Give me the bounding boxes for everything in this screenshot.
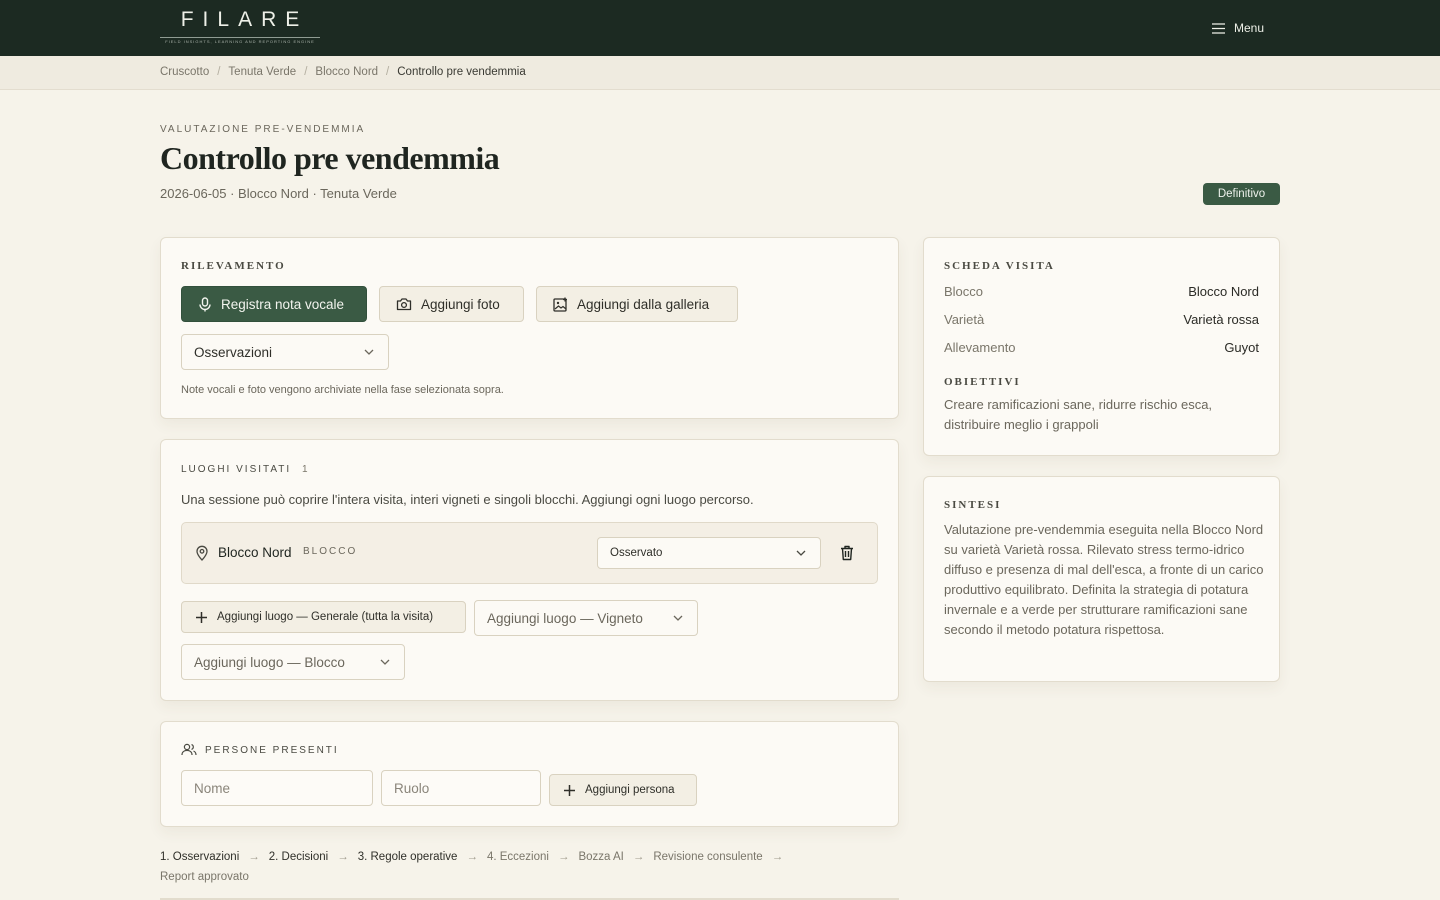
phase-select-value: Osservazioni xyxy=(194,344,273,360)
objectives-heading: OBIETTIVI xyxy=(944,376,1021,388)
breadcrumb-separator: / xyxy=(386,66,390,78)
person-role-input[interactable] xyxy=(381,770,541,806)
breadcrumb-separator: / xyxy=(217,66,221,78)
page-title: Controllo pre vendemmia xyxy=(160,140,500,176)
add-place-vineyard-select[interactable]: Aggiungi luogo — Vigneto xyxy=(474,600,698,636)
rilevamento-heading: RILEVAMENTO xyxy=(181,260,286,272)
brand-tagline: FIELD INSIGHTS, LEARNING AND REPORTING E… xyxy=(165,39,315,44)
arrow-right-icon: → xyxy=(632,851,645,863)
scheda-value: Varietà rossa xyxy=(1183,312,1259,327)
arrow-right-icon: → xyxy=(771,851,784,863)
plus-icon xyxy=(196,611,207,623)
chevron-down-icon xyxy=(673,615,683,621)
scheda-key: Blocco xyxy=(944,284,984,299)
breadcrumb-item-blocco[interactable]: Blocco Nord xyxy=(315,66,378,78)
arrow-right-icon: → xyxy=(337,851,349,863)
breadcrumb-item-cruscotto[interactable]: Cruscotto xyxy=(160,66,209,78)
brand-logo[interactable]: FILARE FIELD INSIGHTS, LEARNING AND REPO… xyxy=(160,9,320,44)
add-photo-button[interactable]: Aggiungi foto xyxy=(379,286,524,322)
persone-card: PERSONE PRESENTI Aggiungi persona xyxy=(160,721,899,827)
place-status-value: Osservato xyxy=(610,547,663,559)
step-consultant-review[interactable]: Revisione consulente xyxy=(653,851,762,863)
scheda-row-allevamento: Allevamento Guyot xyxy=(944,340,1259,355)
record-voice-label: Registra nota vocale xyxy=(221,296,345,312)
workflow-steps: 1. Osservazioni → 2. Decisioni → 3. Regole o… xyxy=(160,847,900,887)
gallery-icon xyxy=(553,297,567,312)
breadcrumb-current: Controllo pre vendemmia xyxy=(397,66,526,78)
scheda-key: Varietà xyxy=(944,312,985,327)
place-name: Blocco Nord xyxy=(218,545,292,560)
luoghi-card: LUOGHI VISITATI 1 Una sessione può copri… xyxy=(160,439,899,701)
luoghi-heading-label: LUOGHI VISITATI xyxy=(181,464,292,475)
status-badge: Definitivo xyxy=(1203,183,1280,205)
add-place-general-button[interactable]: Aggiungi luogo — Generale (tutta la visi… xyxy=(181,601,466,633)
scheda-visita-card: SCHEDA VISITA Blocco Blocco Nord Varietà… xyxy=(923,237,1280,456)
add-place-general-label: Aggiungi luogo — Generale (tutta la visi… xyxy=(217,611,434,623)
phase-select[interactable]: Osservazioni xyxy=(181,334,389,370)
step-operating-rules[interactable]: 3. Regole operative xyxy=(358,851,458,863)
sintesi-heading: SINTESI xyxy=(944,499,1002,511)
logo-divider xyxy=(160,37,320,38)
brand-name: FILARE xyxy=(180,8,309,31)
scheda-row-varieta: Varietà Varietà rossa xyxy=(944,312,1259,327)
add-from-gallery-label: Aggiungi dalla galleria xyxy=(577,296,710,312)
sintesi-card: SINTESI Valutazione pre-vendemmia esegui… xyxy=(923,476,1280,682)
scheda-heading: SCHEDA VISITA xyxy=(944,260,1055,272)
add-person-label: Aggiungi persona xyxy=(585,784,675,796)
rilevamento-hint: Note vocali e foto vengono archiviate ne… xyxy=(181,384,504,396)
arrow-right-icon: → xyxy=(248,851,260,863)
step-exceptions[interactable]: 4. Eccezioni xyxy=(487,851,549,863)
scheda-value: Guyot xyxy=(1224,340,1259,355)
place-row: Blocco Nord BLOCCO Osservato xyxy=(181,522,878,584)
add-from-gallery-button[interactable]: Aggiungi dalla galleria xyxy=(536,286,738,322)
scheda-row-blocco: Blocco Blocco Nord xyxy=(944,284,1259,299)
place-status-select[interactable]: Osservato xyxy=(597,537,821,569)
breadcrumb-separator: / xyxy=(304,66,308,78)
record-voice-note-button[interactable]: Registra nota vocale xyxy=(181,286,367,322)
scheda-key: Allevamento xyxy=(944,340,1016,355)
chevron-down-icon xyxy=(380,659,390,665)
page-meta: 2026-06-05 · Blocco Nord · Tenuta Verde xyxy=(160,186,397,201)
menu-button[interactable]: Menu xyxy=(1212,18,1264,38)
users-icon xyxy=(181,743,197,756)
arrow-right-icon: → xyxy=(557,851,570,863)
chevron-down-icon xyxy=(796,550,806,556)
scheda-value: Blocco Nord xyxy=(1188,284,1259,299)
add-place-block-label: Aggiungi luogo — Blocco xyxy=(194,654,345,670)
trash-icon[interactable] xyxy=(840,545,854,561)
sintesi-text: Valutazione pre-vendemmia eseguita nella… xyxy=(944,522,1264,637)
add-place-vineyard-label: Aggiungi luogo — Vigneto xyxy=(487,610,643,626)
step-approved-report[interactable]: Report approvato xyxy=(160,871,249,883)
microphone-icon xyxy=(199,296,211,311)
map-pin-icon xyxy=(196,545,208,561)
breadcrumb-item-tenuta[interactable]: Tenuta Verde xyxy=(228,66,296,78)
luoghi-description: Una sessione può coprire l'intera visita… xyxy=(181,492,754,507)
step-ai-draft[interactable]: Bozza AI xyxy=(578,851,623,863)
person-name-input[interactable] xyxy=(181,770,373,806)
persone-heading: PERSONE PRESENTI xyxy=(205,745,339,756)
step-observations[interactable]: 1. Osservazioni xyxy=(160,851,239,863)
luoghi-heading: LUOGHI VISITATI 1 xyxy=(181,464,310,475)
add-place-block-select[interactable]: Aggiungi luogo — Blocco xyxy=(181,644,405,680)
luoghi-count: 1 xyxy=(301,464,310,475)
arrow-right-icon: → xyxy=(466,851,478,863)
top-bar: FILARE FIELD INSIGHTS, LEARNING AND REPO… xyxy=(0,0,1440,56)
page-eyebrow: VALUTAZIONE PRE-VENDEMMIA xyxy=(160,124,366,135)
breadcrumb-bar: Cruscotto / Tenuta Verde / Blocco Nord /… xyxy=(0,56,1440,90)
add-photo-label: Aggiungi foto xyxy=(421,296,500,312)
add-person-button[interactable]: Aggiungi persona xyxy=(549,774,697,806)
place-type: BLOCCO xyxy=(303,546,358,557)
camera-icon xyxy=(396,298,412,311)
step-decisions[interactable]: 2. Decisioni xyxy=(269,851,328,863)
plus-icon xyxy=(564,784,575,796)
rilevamento-card: RILEVAMENTO Registra nota vocale Aggiung… xyxy=(160,237,899,419)
hamburger-icon xyxy=(1212,22,1225,34)
objectives-text: Creare ramificazioni sane, ridurre risch… xyxy=(944,397,1213,432)
breadcrumb: Cruscotto / Tenuta Verde / Blocco Nord /… xyxy=(160,66,526,78)
chevron-down-icon xyxy=(364,349,374,355)
menu-label: Menu xyxy=(1234,21,1265,35)
